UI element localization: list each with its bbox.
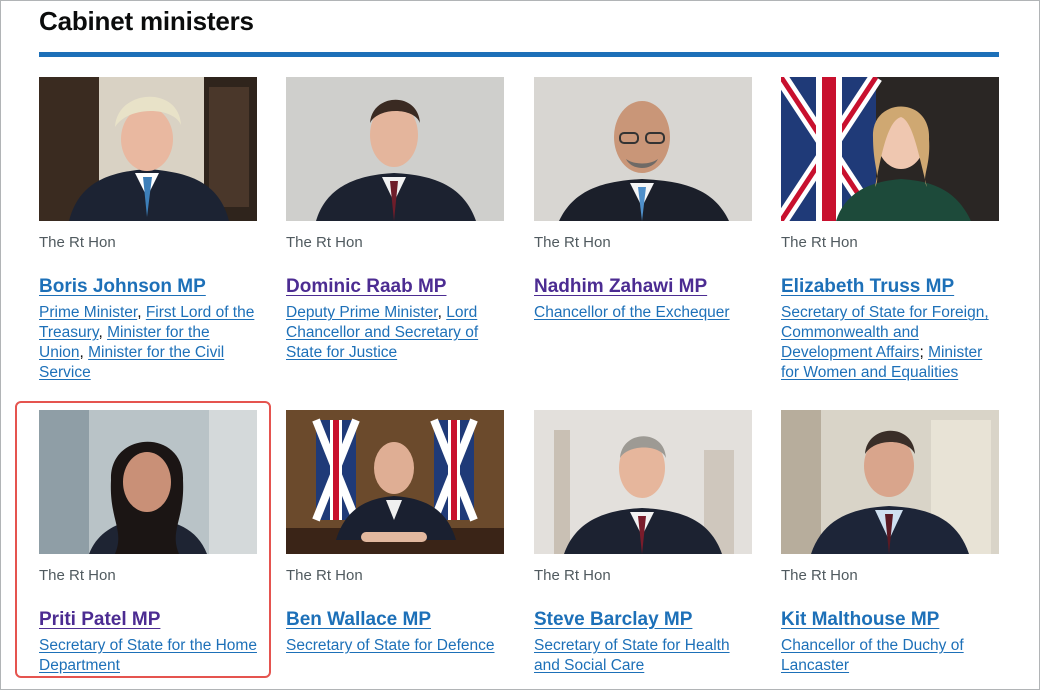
honorific: The Rt Hon [534,567,611,584]
minister-name-link[interactable]: Ben Wallace MP [286,608,431,632]
minister-name-link[interactable]: Elizabeth Truss MP [781,275,954,299]
minister-photo[interactable] [534,77,752,221]
page-title: Cabinet ministers [39,6,254,36]
minister-card-priti-patel: The Rt Hon Priti Patel MP Secretary of S… [39,410,257,676]
minister-name-link[interactable]: Nadhim Zahawi MP [534,275,707,299]
role-link[interactable]: Deputy Prime Minister [286,304,438,321]
role-list: Chancellor of the Exchequer [534,303,752,323]
minister-card-kit-malthouse: The Rt Hon Kit Malthouse MP Chancellor o… [781,410,999,676]
role-list: Secretary of State for the Home Departme… [39,636,257,676]
portrait-image [534,77,752,221]
minister-photo[interactable] [534,410,752,554]
minister-card-steve-barclay: The Rt Hon Steve Barclay MP Secretary of… [534,410,752,676]
minister-name-link[interactable]: Boris Johnson MP [39,275,206,299]
minister-name-link[interactable]: Dominic Raab MP [286,275,446,299]
portrait-image [781,77,999,221]
honorific: The Rt Hon [286,567,363,584]
minister-photo[interactable] [39,77,257,221]
portrait-image [286,410,504,554]
minister-photo[interactable] [781,410,999,554]
role-list: Secretary of State for Defence [286,636,504,656]
honorific: The Rt Hon [39,234,116,251]
minister-photo[interactable] [286,410,504,554]
minister-card-dominic-raab: The Rt Hon Dominic Raab MP Deputy Prime … [286,77,504,363]
honorific: The Rt Hon [781,567,858,584]
honorific: The Rt Hon [534,234,611,251]
role-list: Deputy Prime Minister, Lord Chancellor a… [286,304,479,361]
minister-card-boris-johnson: The Rt Hon Boris Johnson MP Prime Minist… [39,77,257,383]
minister-card-elizabeth-truss: The Rt Hon Elizabeth Truss MP Secretary … [781,77,999,383]
role-link[interactable]: Secretary of State for Defence [286,637,495,654]
minister-name-link[interactable]: Kit Malthouse MP [781,608,939,632]
role-list: Secretary of State for Foreign, Commonwe… [781,304,989,381]
minister-name-link[interactable]: Priti Patel MP [39,608,160,632]
minister-photo[interactable] [781,77,999,221]
portrait-image [781,410,999,554]
honorific: The Rt Hon [781,234,858,251]
role-link[interactable]: Secretary of State for the Home Departme… [39,637,257,674]
role-list: Prime Minister, First Lord of the Treasu… [39,304,255,381]
portrait-image [534,410,752,554]
portrait-image [39,410,257,554]
role-link[interactable]: Secretary of State for Health and Social… [534,637,730,674]
portrait-image [39,77,257,221]
portrait-image [286,77,504,221]
role-link[interactable]: Prime Minister [39,304,137,321]
role-link[interactable]: Chancellor of the Exchequer [534,304,730,321]
minister-card-ben-wallace: The Rt Hon Ben Wallace MP Secretary of S… [286,410,504,656]
minister-photo[interactable] [286,77,504,221]
title-rule [39,52,999,57]
honorific: The Rt Hon [286,234,363,251]
role-list: Secretary of State for Health and Social… [534,636,752,676]
minister-card-nadhim-zahawi: The Rt Hon Nadhim Zahawi MP Chancellor o… [534,77,752,323]
role-list: Chancellor of the Duchy of Lancaster [781,636,999,676]
honorific: The Rt Hon [39,567,116,584]
minister-name-link[interactable]: Steve Barclay MP [534,608,692,632]
role-link[interactable]: Chancellor of the Duchy of Lancaster [781,637,964,674]
minister-photo[interactable] [39,410,257,554]
